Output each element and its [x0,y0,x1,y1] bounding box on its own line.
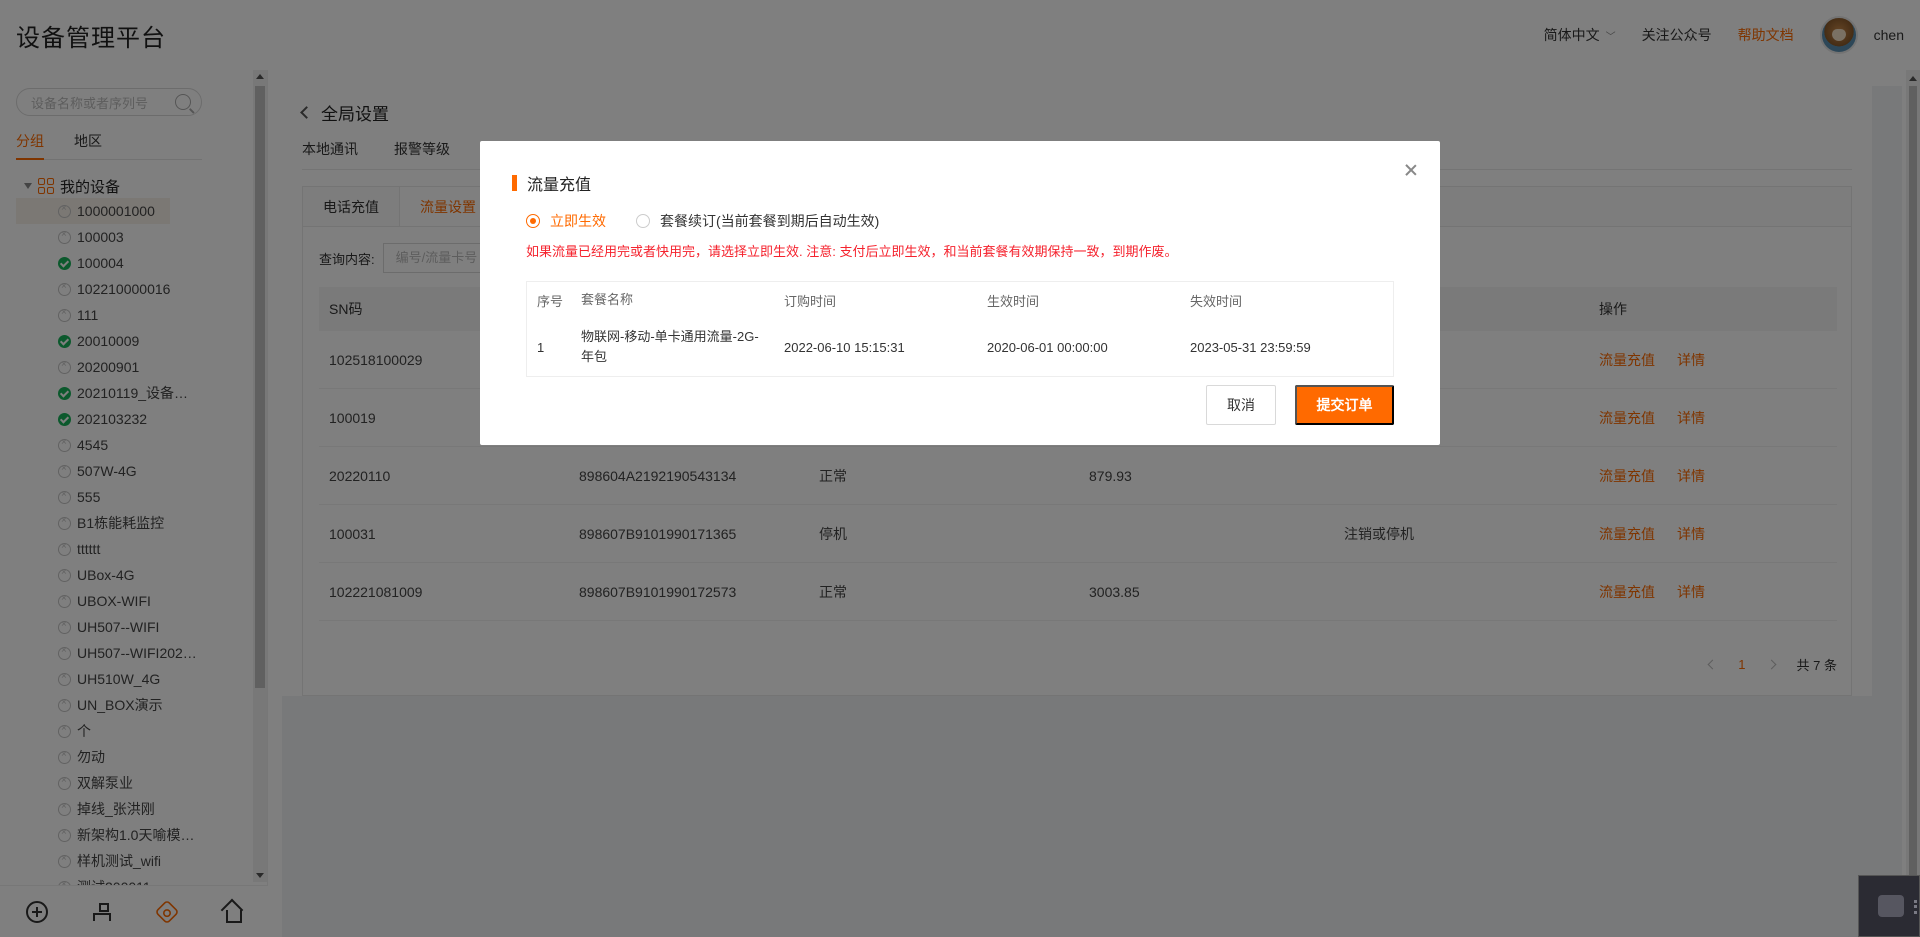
package-table: 序号 套餐名称 订购时间 生效时间 失效时间 1 物联网-移动-单卡通用流量-2… [526,281,1394,377]
package-table-header: 序号 套餐名称 订购时间 生效时间 失效时间 [527,282,1393,318]
col-expire-time: 失效时间 [1190,293,1243,309]
table-row[interactable]: 1 物联网-移动-单卡通用流量-2G-年包 2022-06-10 15:15:3… [527,318,1393,376]
radio-renew[interactable]: 套餐续订(当前套餐到期后自动生效) [636,211,879,231]
modal-title: 流量充值 [512,171,591,195]
cell-effective-time: 2020-06-01 00:00:00 [987,339,1108,355]
warning-text: 如果流量已经用完或者快用完，请选择立即生效. 注意: 支付后立即生效，和当前套餐… [526,244,1178,259]
more-icon[interactable] [1914,900,1917,914]
traffic-recharge-modal: 流量充值 立即生效 套餐续订(当前套餐到期后自动生效) 如果流量已经用完或者快用… [480,141,1440,445]
submit-order-button[interactable]: 提交订单 [1295,385,1394,425]
cell-no: 1 [537,339,545,355]
col-effective-time: 生效时间 [987,293,1040,309]
radio-renew-label: 套餐续订(当前套餐到期后自动生效) [660,213,880,229]
cell-package: 物联网-移动-单卡通用流量-2G-年包 [581,329,759,364]
col-order-time: 订购时间 [784,293,837,309]
title-accent-bar [512,175,517,191]
modal-title-text: 流量充值 [527,177,592,194]
chat-icon[interactable] [1878,895,1904,917]
close-icon[interactable] [1402,161,1420,179]
radio-dot [526,214,540,228]
radio-immediate[interactable]: 立即生效 [526,211,606,231]
col-package: 套餐名称 [581,292,634,307]
chat-widget[interactable] [1858,875,1920,937]
radio-dot [636,214,650,228]
radio-immediate-label: 立即生效 [550,213,606,229]
cell-order-time: 2022-06-10 15:15:31 [784,339,905,355]
effect-options: 立即生效 套餐续订(当前套餐到期后自动生效) [526,211,879,231]
cell-expire-time: 2023-05-31 23:59:59 [1190,339,1311,355]
col-no: 序号 [537,293,564,309]
cancel-button[interactable]: 取消 [1206,385,1276,425]
